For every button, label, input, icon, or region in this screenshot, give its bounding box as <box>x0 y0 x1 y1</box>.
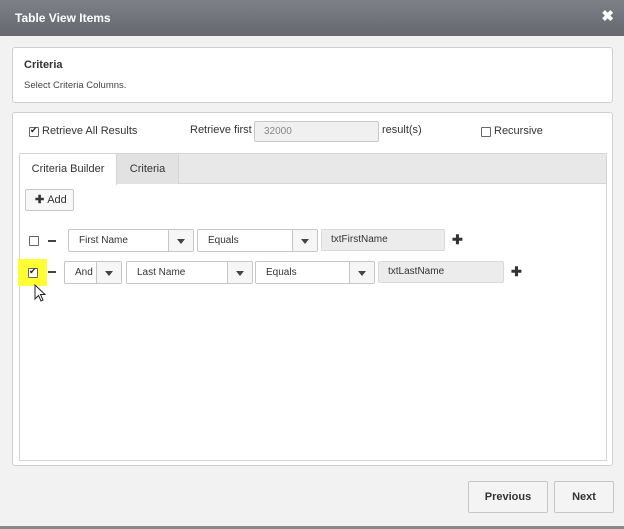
tab-strip: Criteria Builder Criteria <box>20 154 606 185</box>
retrieve-all-checkbox[interactable] <box>29 125 39 137</box>
close-icon[interactable]: ✖ <box>601 9 614 24</box>
tab-criteria-builder[interactable]: Criteria Builder <box>20 154 117 185</box>
retrieve-first-input[interactable]: 32000 <box>254 121 379 142</box>
row-2-operator-select[interactable]: Equals <box>255 261 375 284</box>
chevron-down-icon <box>168 230 193 251</box>
criteria-tabs-container: Criteria Builder Criteria ✚ Add First Nam… <box>18 153 607 461</box>
tab-criteria[interactable]: Criteria <box>117 154 179 184</box>
recursive-label: Recursive <box>494 125 543 137</box>
row-1-operator-value: Equals <box>208 235 239 246</box>
row-1-value-field[interactable]: txtFirstName <box>321 229 445 251</box>
plus-icon: ✚ <box>35 194 45 206</box>
dialog-title: Table View Items <box>15 11 111 25</box>
remove-row-1-icon[interactable] <box>48 240 56 242</box>
row-2-conjunction-value: And <box>75 267 93 278</box>
row-1-field-value: First Name <box>79 235 128 246</box>
row-2-operator-value: Equals <box>266 267 297 278</box>
retrieve-first-label: Retrieve first <box>190 124 252 136</box>
add-row-after-2-icon[interactable]: ✚ <box>511 265 522 278</box>
dialog-titlebar: Table View Items ✖ <box>0 0 624 36</box>
criteria-row-2-checkbox[interactable] <box>28 266 38 278</box>
row-2-conjunction-select[interactable]: And <box>64 261 122 284</box>
add-criteria-button[interactable]: ✚ Add <box>25 189 74 211</box>
recursive-checkbox[interactable] <box>481 127 491 137</box>
criteria-main-panel: Retrieve All Results Retrieve first 3200… <box>12 112 613 466</box>
criteria-subtitle: Select Criteria Columns. <box>24 80 127 91</box>
criteria-row-1-checkbox[interactable] <box>29 236 39 246</box>
add-row-after-1-icon[interactable]: ✚ <box>452 233 463 246</box>
retrieve-all-label: Retrieve All Results <box>42 125 138 137</box>
next-button[interactable]: Next <box>554 481 614 513</box>
criteria-header-panel: Criteria Select Criteria Columns. <box>12 47 613 103</box>
row-2-value-field[interactable]: txtLastName <box>378 261 504 283</box>
criteria-heading: Criteria <box>24 59 63 71</box>
results-suffix-label: result(s) <box>382 124 422 136</box>
remove-row-2-icon[interactable] <box>48 271 56 273</box>
chevron-down-icon <box>96 262 121 283</box>
chevron-down-icon <box>292 230 317 251</box>
table-view-items-dialog: Table View Items ✖ Criteria Select Crite… <box>0 0 624 526</box>
previous-button[interactable]: Previous <box>468 481 548 513</box>
row-1-field-select[interactable]: First Name <box>68 229 194 252</box>
row-2-field-value: Last Name <box>137 267 186 278</box>
add-button-label: Add <box>47 194 67 206</box>
mouse-cursor-icon <box>34 284 47 302</box>
chevron-down-icon <box>349 262 374 283</box>
chevron-down-icon <box>227 262 252 283</box>
row-2-field-select[interactable]: Last Name <box>126 261 253 284</box>
row-1-operator-select[interactable]: Equals <box>197 229 318 252</box>
